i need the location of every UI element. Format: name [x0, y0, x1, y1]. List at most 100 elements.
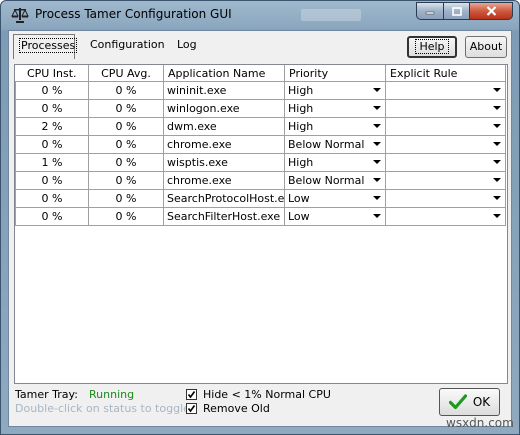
dropdown-arrow-icon[interactable]: [373, 88, 381, 92]
cell-cpu-inst: 0 %: [15, 189, 89, 208]
table-row[interactable]: 0 % 0 % winlogon.exe High: [15, 99, 506, 118]
col-header-priority[interactable]: Priority: [284, 65, 386, 82]
priority-dropdown[interactable]: Low: [284, 207, 386, 226]
rule-dropdown[interactable]: [385, 99, 506, 118]
client-area: Processes Configuration Log Help About C…: [8, 30, 512, 427]
remove-old-label: Remove Old: [203, 402, 270, 415]
help-button[interactable]: Help: [407, 36, 457, 58]
title-bar[interactable]: Process Tamer Configuration GUI: [1, 1, 519, 29]
cell-cpu-avg: 0 %: [88, 189, 164, 208]
ok-button-label: OK: [472, 395, 491, 409]
dropdown-arrow-icon[interactable]: [493, 214, 501, 218]
dropdown-arrow-icon[interactable]: [493, 106, 501, 110]
tab-log[interactable]: Log: [172, 34, 202, 56]
cell-cpu-avg: 0 %: [88, 99, 164, 118]
cell-cpu-inst: 1 %: [15, 153, 89, 172]
col-header-cpu-inst[interactable]: CPU Inst.: [15, 65, 89, 82]
priority-dropdown[interactable]: Below Normal: [284, 135, 386, 154]
priority-value: Low: [288, 192, 310, 205]
dropdown-arrow-icon[interactable]: [493, 142, 501, 146]
maximize-button[interactable]: [443, 2, 469, 20]
cell-cpu-avg: 0 %: [88, 135, 164, 154]
cell-app-name: SearchFilterHost.exe: [163, 207, 285, 226]
priority-dropdown[interactable]: High: [284, 117, 386, 136]
minimize-icon: [425, 11, 435, 15]
main-window: Process Tamer Configuration GUI Processe…: [0, 0, 520, 435]
watermark: wsxdn.com: [446, 416, 514, 430]
col-header-app-name[interactable]: Application Name: [163, 65, 285, 82]
dropdown-arrow-icon[interactable]: [493, 124, 501, 128]
checkmark-icon: [448, 394, 467, 410]
about-button[interactable]: About: [465, 36, 507, 58]
cell-cpu-avg: 0 %: [88, 117, 164, 136]
dropdown-arrow-icon[interactable]: [373, 142, 381, 146]
tamer-tray-hint: Double-click on status to toggle.: [15, 402, 194, 415]
priority-dropdown[interactable]: High: [284, 153, 386, 172]
process-grid[interactable]: CPU Inst. CPU Avg. Application Name Prio…: [14, 64, 508, 384]
rule-dropdown[interactable]: [385, 81, 506, 100]
tamer-tray-status[interactable]: Running: [89, 388, 134, 401]
dropdown-arrow-icon[interactable]: [373, 124, 381, 128]
cell-app-name: SearchProtocolHost.exe: [163, 189, 285, 208]
priority-dropdown[interactable]: High: [284, 99, 386, 118]
cell-cpu-avg: 0 %: [88, 81, 164, 100]
col-header-cpu-avg[interactable]: CPU Avg.: [88, 65, 164, 82]
rule-dropdown[interactable]: [385, 207, 506, 226]
rule-dropdown[interactable]: [385, 171, 506, 190]
hide-low-cpu-label: Hide < 1% Normal CPU: [203, 388, 331, 401]
cell-app-name: winlogon.exe: [163, 99, 285, 118]
rule-dropdown[interactable]: [385, 153, 506, 172]
dropdown-arrow-icon[interactable]: [373, 214, 381, 218]
cell-app-name: chrome.exe: [163, 135, 285, 154]
ok-button[interactable]: OK: [439, 388, 500, 416]
checkbox-checked-icon[interactable]: [186, 403, 197, 414]
tab-processes[interactable]: Processes: [13, 34, 78, 59]
table-row[interactable]: 1 % 0 % wisptis.exe High: [15, 153, 506, 172]
priority-dropdown[interactable]: Below Normal: [284, 171, 386, 190]
rule-dropdown[interactable]: [385, 135, 506, 154]
cell-cpu-inst: 0 %: [15, 81, 89, 100]
cell-cpu-inst: 0 %: [15, 171, 89, 190]
priority-value: Low: [288, 210, 310, 223]
dropdown-arrow-icon[interactable]: [493, 178, 501, 182]
dropdown-arrow-icon[interactable]: [373, 106, 381, 110]
priority-dropdown[interactable]: Low: [284, 189, 386, 208]
dropdown-arrow-icon[interactable]: [493, 160, 501, 164]
table-row[interactable]: 0 % 0 % SearchFilterHost.exe Low: [15, 207, 506, 226]
bottom-panel: Tamer Tray: Running Double-click on stat…: [9, 386, 513, 426]
minimize-button[interactable]: [416, 2, 443, 20]
dropdown-arrow-icon[interactable]: [373, 178, 381, 182]
tab-log-label: Log: [177, 38, 197, 51]
dropdown-arrow-icon[interactable]: [493, 196, 501, 200]
tab-configuration[interactable]: Configuration: [85, 34, 170, 56]
dropdown-arrow-icon[interactable]: [493, 88, 501, 92]
table-row[interactable]: 0 % 0 % chrome.exe Below Normal: [15, 171, 506, 190]
close-button[interactable]: [469, 2, 513, 20]
cell-cpu-inst: 0 %: [15, 99, 89, 118]
priority-dropdown[interactable]: High: [284, 81, 386, 100]
priority-value: High: [288, 156, 314, 169]
table-row[interactable]: 0 % 0 % SearchProtocolHost.exe Low: [15, 189, 506, 208]
cell-app-name: wininit.exe: [163, 81, 285, 100]
dropdown-arrow-icon[interactable]: [373, 196, 381, 200]
dropdown-arrow-icon[interactable]: [373, 160, 381, 164]
priority-value: High: [288, 84, 314, 97]
remove-old-checkbox[interactable]: Remove Old: [186, 402, 270, 415]
window-controls: [416, 2, 513, 20]
table-row[interactable]: 2 % 0 % dwm.exe High: [15, 117, 506, 136]
table-row[interactable]: 0 % 0 % chrome.exe Below Normal: [15, 135, 506, 154]
tab-configuration-label: Configuration: [90, 38, 165, 51]
col-header-explicit-rule[interactable]: Explicit Rule: [385, 65, 506, 82]
cell-app-name: chrome.exe: [163, 171, 285, 190]
priority-value: High: [288, 102, 314, 115]
rule-dropdown[interactable]: [385, 117, 506, 136]
rule-dropdown[interactable]: [385, 189, 506, 208]
close-icon: [486, 6, 496, 16]
hide-low-cpu-checkbox[interactable]: Hide < 1% Normal CPU: [186, 388, 331, 401]
checkbox-checked-icon[interactable]: [186, 389, 197, 400]
about-button-label: About: [469, 40, 503, 53]
table-row[interactable]: 0 % 0 % wininit.exe High: [15, 81, 506, 100]
cell-cpu-inst: 0 %: [15, 207, 89, 226]
scales-icon[interactable]: [11, 6, 29, 24]
priority-value: High: [288, 120, 314, 133]
